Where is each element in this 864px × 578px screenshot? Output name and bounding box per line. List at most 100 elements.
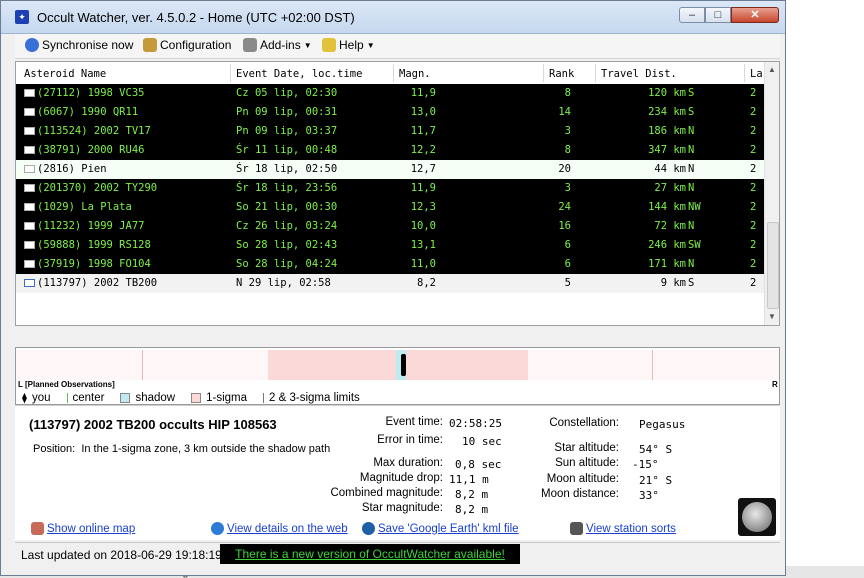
star-magnitude-label: Star magnitude: [361, 502, 443, 514]
table-row[interactable]: (113797) 2002 TB200 N 29 lip, 02:58 8,2 5 9 … [16, 274, 764, 293]
legend-1-sigma: 1-sigma [191, 392, 247, 404]
new-version-notice[interactable]: There is a new version of OccultWatcher … [220, 544, 520, 564]
save-kml-link[interactable]: Save 'Google Earth' kml file [362, 522, 519, 535]
status-bar: Last updated on 2018-06-29 19:18:19 Ther… [15, 542, 780, 567]
direction-cell: SW [688, 239, 701, 251]
direction-cell: N [688, 163, 695, 175]
col-asteroid-name[interactable]: Asteroid Name [24, 68, 106, 80]
direction-cell: N [688, 182, 695, 194]
row-checkbox[interactable] [24, 241, 35, 249]
table-row[interactable]: (38791) 2000 RU46 Śr 11 lip, 00:48 12,2 8 34… [16, 141, 764, 160]
row-checkbox[interactable] [24, 260, 35, 268]
event-time-label: Event time: [385, 416, 443, 428]
table-row[interactable]: (11232) 1999 JA77 Cz 26 lip, 03:24 10,0 16 7… [16, 217, 764, 236]
earth-icon [362, 522, 375, 535]
asteroid-name-cell: (113524) 2002 TV17 [37, 125, 151, 137]
show-online-map-link[interactable]: Show online map [31, 522, 135, 535]
table-row[interactable]: (113524) 2002 TV17 Pn 09 lip, 03:37 11,7 3 1… [16, 122, 764, 141]
legend-2-3-sigma: 2 & 3-sigma limits [263, 392, 360, 404]
constellation-value: Pegasus [639, 418, 686, 431]
row-checkbox[interactable] [24, 89, 35, 97]
row-checkbox[interactable] [24, 203, 35, 211]
direction-cell: N [688, 258, 695, 270]
row-checkbox[interactable] [24, 108, 35, 116]
configuration-label: Configuration [160, 38, 232, 52]
position-row: Position: In the 1-sigma zone, 3 km outs… [33, 443, 331, 455]
rank-cell: 3 [564, 125, 571, 137]
table-row[interactable]: (2816) Pien Śr 18 lip, 02:50 12,7 20 44 km N 2 [16, 160, 764, 179]
table-row[interactable]: (27112) 1998 VC35 Cz 05 lip, 02:30 11,9 8 12… [16, 84, 764, 103]
help-menu[interactable]: Help ▼ [322, 38, 375, 52]
timeline-legend: ⧫ you center shadow 1-sigma 2 & 3-sigma l… [22, 392, 370, 404]
col-travel-dist[interactable]: Travel Dist. [601, 68, 677, 80]
direction-cell: NW [688, 201, 701, 213]
moon-distance-value: 33° [639, 489, 659, 502]
asteroid-name-cell: (6067) 1990 QR11 [37, 106, 139, 118]
app-window: ✦ Occult Watcher, ver. 4.5.0.2 - Home (U… [0, 0, 786, 576]
help-icon [322, 38, 336, 52]
configuration-button[interactable]: Configuration [143, 38, 231, 52]
row-checkbox[interactable] [24, 279, 35, 287]
event-date-cell: Śr 11 lip, 00:48 [236, 144, 338, 156]
table-row[interactable]: (59888) 1999 RS128 So 28 lip, 02:43 13,1 6 2… [16, 236, 764, 255]
travel-dist-cell: 44 km [654, 163, 686, 175]
asteroid-name-cell: (59888) 1999 RS128 [37, 239, 151, 251]
moon-phase-icon [738, 498, 776, 536]
col-rank[interactable]: Rank [549, 68, 574, 80]
sync-icon [25, 38, 39, 52]
asteroid-name-cell: (113797) 2002 TB200 [37, 277, 158, 289]
latitude-cell: 2 [750, 163, 757, 175]
col-latitude[interactable]: La [750, 68, 763, 80]
diamond-icon: ⧫ [22, 392, 27, 404]
latitude-cell: 2 [750, 182, 757, 194]
map-icon [31, 522, 44, 535]
row-checkbox[interactable] [24, 127, 35, 135]
configuration-icon [143, 38, 157, 52]
sun-altitude-value: -15° [632, 458, 659, 471]
minimize-button[interactable]: – [679, 7, 705, 23]
travel-dist-cell: 120 km [648, 87, 686, 99]
table-row[interactable]: (1029) La Plata So 21 lip, 00:30 12,3 24 144… [16, 198, 764, 217]
vertical-scrollbar[interactable]: ▲ ▼ [764, 62, 779, 325]
table-rows: (27112) 1998 VC35 Cz 05 lip, 02:30 11,9 8 12… [16, 84, 764, 293]
row-checkbox[interactable] [24, 222, 35, 230]
latitude-cell: 2 [750, 87, 757, 99]
magnitude-cell: 12,2 [410, 144, 436, 156]
view-details-web-link[interactable]: View details on the web [211, 522, 348, 535]
scroll-thumb[interactable] [767, 222, 779, 309]
table-row[interactable]: (6067) 1990 QR11 Pn 09 lip, 00:31 13,0 14 23… [16, 103, 764, 122]
chevron-down-icon: ▼ [366, 40, 375, 50]
rank-cell: 16 [558, 220, 571, 232]
latitude-cell: 2 [750, 106, 757, 118]
col-magnitude[interactable]: Magn. [399, 68, 431, 80]
event-date-cell: Cz 26 lip, 03:24 [236, 220, 338, 232]
table-row[interactable]: (37919) 1998 FO104 So 28 lip, 04:24 11,0 6 1… [16, 255, 764, 274]
event-date-cell: N 29 lip, 02:58 [236, 277, 331, 289]
view-station-sorts-link[interactable]: View station sorts [570, 522, 676, 535]
rank-cell: 8 [564, 87, 571, 99]
title-bar[interactable]: ✦ Occult Watcher, ver. 4.5.0.2 - Home (U… [1, 1, 785, 34]
rank-cell: 20 [558, 163, 571, 175]
col-event-date[interactable]: Event Date, loc.time [236, 68, 362, 80]
addins-menu[interactable]: Add-ins ▼ [243, 38, 312, 52]
scroll-down-icon[interactable]: ▼ [768, 312, 776, 321]
rank-cell: 14 [558, 106, 571, 118]
scroll-up-icon[interactable]: ▲ [768, 65, 776, 74]
timeline-right-label: R [772, 380, 778, 389]
latitude-cell: 2 [750, 201, 757, 213]
latitude-cell: 2 [750, 239, 757, 251]
row-checkbox[interactable] [24, 165, 35, 173]
table-header: Asteroid Name Event Date, loc.time Magn.… [16, 62, 764, 85]
maximize-button[interactable]: □ [705, 7, 731, 23]
travel-dist-cell: 234 km [648, 106, 686, 118]
magnitude-cell: 10,0 [410, 220, 436, 232]
row-checkbox[interactable] [24, 146, 35, 154]
event-details: (113797) 2002 TB200 occults HIP 108563 P… [15, 405, 780, 540]
latitude-cell: 2 [750, 220, 757, 232]
app-icon: ✦ [15, 10, 29, 24]
table-row[interactable]: (201370) 2002 TY290 Śr 18 lip, 23:56 11,9 3… [16, 179, 764, 198]
close-button[interactable]: ✕ [731, 7, 779, 23]
row-checkbox[interactable] [24, 184, 35, 192]
sync-button[interactable]: Synchronise now [25, 38, 133, 52]
event-date-cell: Pn 09 lip, 03:37 [236, 125, 338, 137]
